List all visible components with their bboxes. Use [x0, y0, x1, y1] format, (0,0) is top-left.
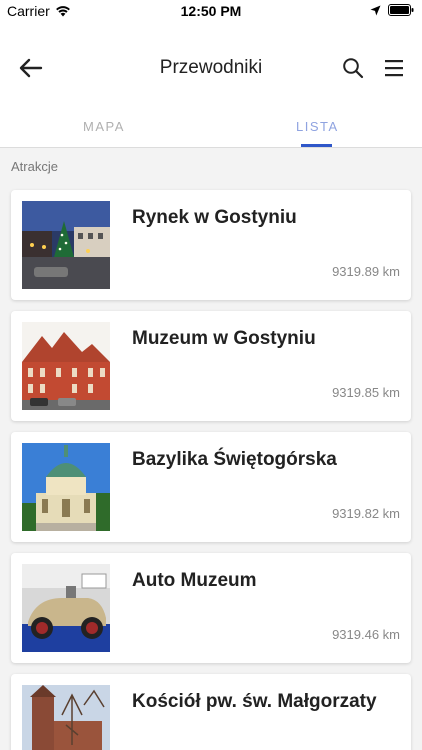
list-item[interactable]: Muzeum w Gostyniu 9319.85 km: [11, 311, 411, 421]
tab-lista[interactable]: LISTA: [296, 119, 339, 134]
section-label: Atrakcje: [11, 159, 58, 174]
hamburger-menu-icon[interactable]: [384, 58, 404, 78]
active-tab-indicator: [301, 144, 332, 147]
list-item[interactable]: Rynek w Gostyniu 9319.89 km: [11, 190, 411, 300]
status-bar: Carrier 12:50 PM: [0, 0, 422, 22]
list-item[interactable]: Auto Muzeum 9319.46 km: [11, 553, 411, 663]
thumbnail-image: [22, 564, 110, 652]
item-distance: 9319.82 km: [332, 506, 400, 521]
thumbnail-image: [22, 201, 110, 289]
screen: Carrier 12:50 PM Przewodniki MAPA LISTA …: [0, 0, 422, 750]
item-title: Auto Muzeum: [132, 570, 257, 591]
tab-mapa[interactable]: MAPA: [83, 119, 125, 134]
battery-icon: [388, 4, 414, 16]
list-item[interactable]: Kościół pw. św. Małgorzaty: [11, 674, 411, 750]
item-distance: 9319.89 km: [332, 264, 400, 279]
item-title: Kościół pw. św. Małgorzaty: [132, 691, 377, 712]
search-icon[interactable]: [342, 57, 364, 79]
item-distance: 9319.46 km: [332, 627, 400, 642]
status-right: [370, 4, 414, 16]
item-title: Bazylika Świętogórska: [132, 449, 337, 470]
thumbnail-image: [22, 322, 110, 410]
item-title: Muzeum w Gostyniu: [132, 328, 316, 349]
thumbnail-image: [22, 443, 110, 531]
tab-bar: MAPA LISTA: [0, 112, 422, 148]
item-distance: 9319.85 km: [332, 385, 400, 400]
navbar: Przewodniki: [0, 22, 422, 112]
thumbnail-image: [22, 685, 110, 750]
item-title: Rynek w Gostyniu: [132, 207, 297, 228]
status-time: 12:50 PM: [180, 3, 242, 19]
location-arrow-icon: [370, 5, 381, 15]
list-item[interactable]: Bazylika Świętogórska 9319.82 km: [11, 432, 411, 542]
